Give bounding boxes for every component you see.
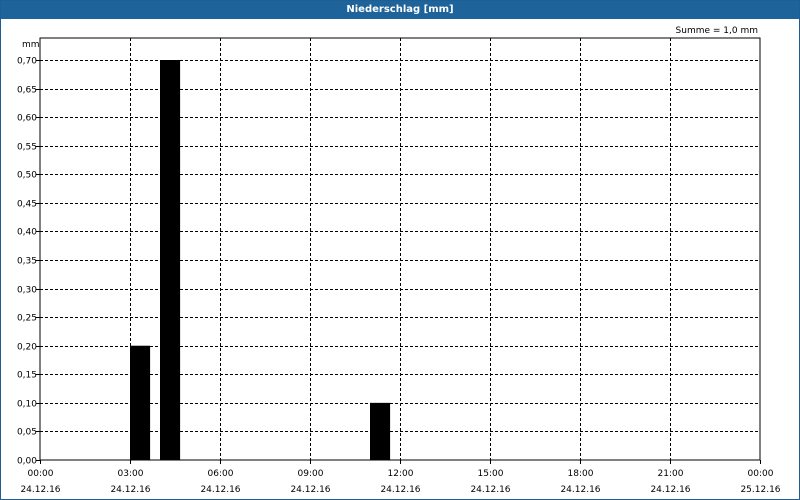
x-tick-time-label: 09:00 [298, 469, 324, 479]
y-tick-label: 0,60 [17, 114, 37, 124]
y-tick-label: 0,15 [17, 371, 37, 381]
x-tick-date-label: 24.12.16 [560, 485, 600, 495]
y-tick-label: 0,55 [17, 143, 37, 153]
y-tick-label: 0,05 [17, 428, 37, 438]
precipitation-bar [160, 60, 181, 460]
x-tick-date-label: 24.12.16 [110, 485, 150, 495]
x-tick-date-label: 24.12.16 [380, 485, 420, 495]
x-tick-date-label: 24.12.16 [200, 485, 240, 495]
y-tick-label: 0,25 [17, 314, 37, 324]
y-tick-label: 0,40 [17, 228, 37, 238]
y-tick-label: 0,50 [17, 171, 37, 181]
x-tick-date-label: 24.12.16 [470, 485, 510, 495]
x-tick-date-label: 25.12.16 [740, 485, 780, 495]
y-tick-label: 0,70 [17, 57, 37, 67]
precipitation-bar [130, 345, 151, 460]
x-tick-date-label: 24.12.16 [20, 485, 60, 495]
x-tick-time-label: 15:00 [478, 469, 504, 479]
y-tick-label: 0,45 [17, 200, 37, 210]
x-tick-time-label: 00:00 [748, 469, 774, 479]
y-tick-label: 0,65 [17, 86, 37, 96]
precipitation-chart: 0,00 0,05 0,10 0,15 0,20 0,25 0,30 0,35 0,40 0,45… [17, 37, 781, 495]
precipitation-bar [370, 402, 391, 460]
x-tick-date-label: 24.12.16 [290, 485, 330, 495]
y-tick-label: 0,10 [17, 400, 37, 410]
x-tick-date-label: 24.12.16 [650, 485, 690, 495]
y-tick-label: 0,35 [17, 257, 37, 267]
y-tick-label: 0,00 [17, 457, 37, 467]
y-tick-label: 0,30 [17, 286, 37, 296]
x-tick-time-label: 06:00 [208, 469, 234, 479]
x-tick-time-label: 03:00 [118, 469, 144, 479]
x-tick-time-label: 18:00 [568, 469, 594, 479]
x-tick-time-label: 12:00 [388, 469, 414, 479]
y-tick-label: 0,20 [17, 343, 37, 353]
x-tick-time-label: 00:00 [28, 469, 54, 479]
x-tick-time-label: 21:00 [658, 469, 684, 479]
